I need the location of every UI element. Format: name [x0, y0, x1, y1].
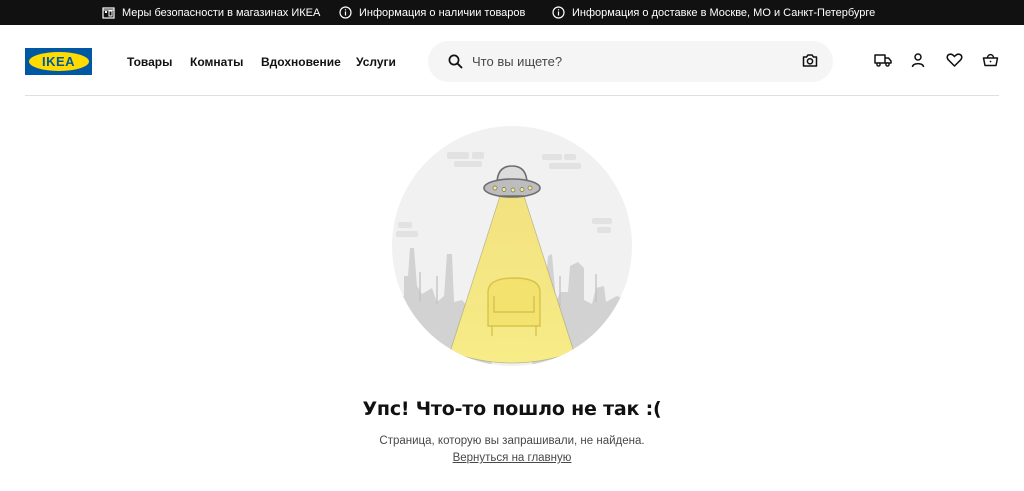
stock-info-label: Информация о наличии товаров — [359, 6, 526, 19]
delivery-info-link[interactable]: Информация о доставке в Москве, МО и Сан… — [552, 0, 875, 25]
top-info-bar: Меры безопасности в магазинах ИКЕА Инфор… — [0, 0, 1024, 25]
heart-icon[interactable] — [946, 52, 963, 73]
safety-info-label: Меры безопасности в магазинах ИКЕА — [122, 6, 321, 19]
stock-info-link[interactable]: Информация о наличии товаров — [339, 0, 525, 25]
info-icon — [339, 6, 352, 19]
nav-item-services[interactable]: Услуги — [356, 55, 396, 69]
ufo-illustration — [392, 126, 632, 366]
delivery-info-label: Информация о доставке в Москве, МО и Сан… — [572, 6, 876, 19]
bag-icon[interactable] — [982, 52, 999, 73]
safety-info-link[interactable]: Меры безопасности в магазинах ИКЕА — [102, 0, 320, 25]
back-home-link[interactable]: Вернуться на главную — [453, 452, 572, 464]
error-title: Упс! Что-то пошло не так :( — [362, 398, 662, 420]
store-icon — [102, 6, 115, 19]
error-message: Страница, которую вы запрашивали, не най… — [379, 435, 645, 447]
header-divider — [25, 95, 999, 96]
truck-icon[interactable] — [874, 52, 892, 73]
search-bar[interactable] — [428, 41, 833, 82]
nav-item-products[interactable]: Товары — [127, 55, 172, 69]
camera-icon[interactable] — [802, 53, 818, 73]
nav-item-inspiration[interactable]: Вдохновение — [261, 55, 341, 69]
search-icon[interactable] — [448, 54, 463, 74]
user-icon[interactable] — [910, 52, 926, 73]
nav-item-rooms[interactable]: Комнаты — [190, 55, 243, 69]
search-input[interactable] — [472, 41, 792, 82]
header: Товары Комнаты Вдохновение Услуги — [0, 25, 1024, 96]
info-icon — [552, 6, 565, 19]
